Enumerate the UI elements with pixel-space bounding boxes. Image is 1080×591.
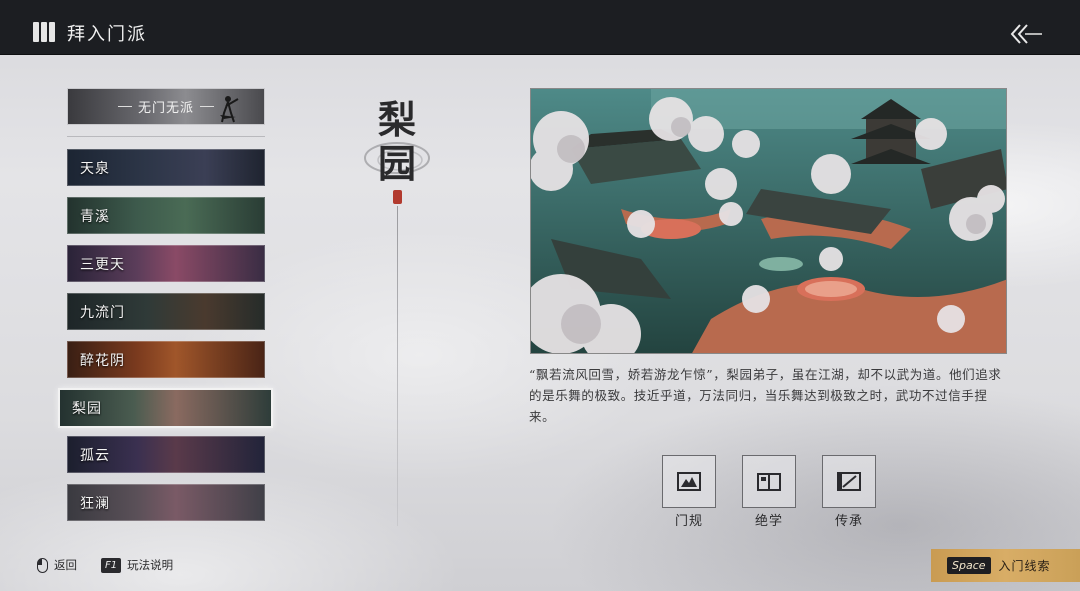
book-icon: [33, 22, 55, 44]
sect-label: 狂澜: [80, 495, 110, 512]
sect-label: 天泉: [80, 160, 110, 177]
divider: [117, 106, 132, 107]
sect-label: 梨园: [72, 401, 102, 417]
entry-clue-button[interactable]: Space 入门线索: [931, 549, 1080, 582]
red-seal: [393, 190, 402, 204]
help-hint-label: 玩法说明: [127, 558, 174, 572]
sect-none-label: 无门无派: [137, 101, 194, 116]
inheritance-label: 传承: [834, 514, 863, 529]
sect-scene-image: [530, 88, 1007, 354]
back-hint-label: 返回: [54, 558, 77, 572]
top-bar: 拜入门派: [0, 0, 1080, 55]
sect-item-kuanglan[interactable]: 狂澜: [67, 484, 265, 521]
sect-name-char: 园: [377, 141, 416, 186]
open-book-icon: [757, 472, 781, 491]
sidebar-divider: [67, 136, 265, 137]
sect-item-zuihuayin[interactable]: 醉花阴: [67, 341, 265, 378]
sect-item-sangengtian[interactable]: 三更天: [67, 245, 265, 282]
entry-clue-label: 入门线索: [998, 559, 1051, 573]
page-title: 拜入门派: [67, 24, 147, 45]
sect-name-calligraphy: 梨 园: [372, 98, 422, 186]
sect-item-qingxi[interactable]: 青溪: [67, 197, 265, 234]
back-hint[interactable]: 返回: [37, 557, 77, 573]
inheritance-icon: [837, 471, 861, 491]
inheritance-button[interactable]: [822, 455, 876, 508]
rules-button[interactable]: [662, 455, 716, 508]
sect-item-tianquan[interactable]: 天泉: [67, 149, 265, 186]
sect-scene-illustration: [531, 89, 1006, 353]
sect-item-guyun[interactable]: 孤云: [67, 436, 265, 473]
sect-item-jiuliumen[interactable]: 九流门: [67, 293, 265, 330]
vertical-divider: [397, 206, 398, 526]
double-chevron-back-icon: [1010, 24, 1042, 44]
sect-name-char: 梨: [377, 97, 416, 142]
back-button[interactable]: [1010, 22, 1044, 46]
swordsman-figure-icon: [220, 96, 239, 123]
mouse-right-click-icon: [37, 557, 48, 573]
rules-label: 门规: [674, 514, 703, 529]
sect-item-liyuan[interactable]: 梨园: [58, 388, 273, 428]
scroll-rules-icon: [677, 471, 701, 491]
sect-label: 醉花阴: [80, 352, 125, 369]
space-key: Space: [947, 557, 991, 574]
sect-label: 九流门: [80, 304, 125, 321]
sect-label: 三更天: [80, 256, 125, 273]
sect-description: “飘若流风回雪，娇若游龙乍惊”，梨园弟子，虽在江湖，却不以武为道。他们追求的是乐…: [529, 367, 1002, 424]
sect-none-button[interactable]: 无门无派: [67, 88, 265, 125]
skills-label: 绝学: [754, 514, 783, 529]
help-hint[interactable]: F1 玩法说明: [101, 557, 173, 573]
sect-label: 孤云: [80, 447, 110, 464]
skills-button[interactable]: [742, 455, 796, 508]
f1-key: F1: [101, 557, 122, 573]
divider: [200, 106, 214, 107]
sect-label: 青溪: [80, 208, 110, 225]
